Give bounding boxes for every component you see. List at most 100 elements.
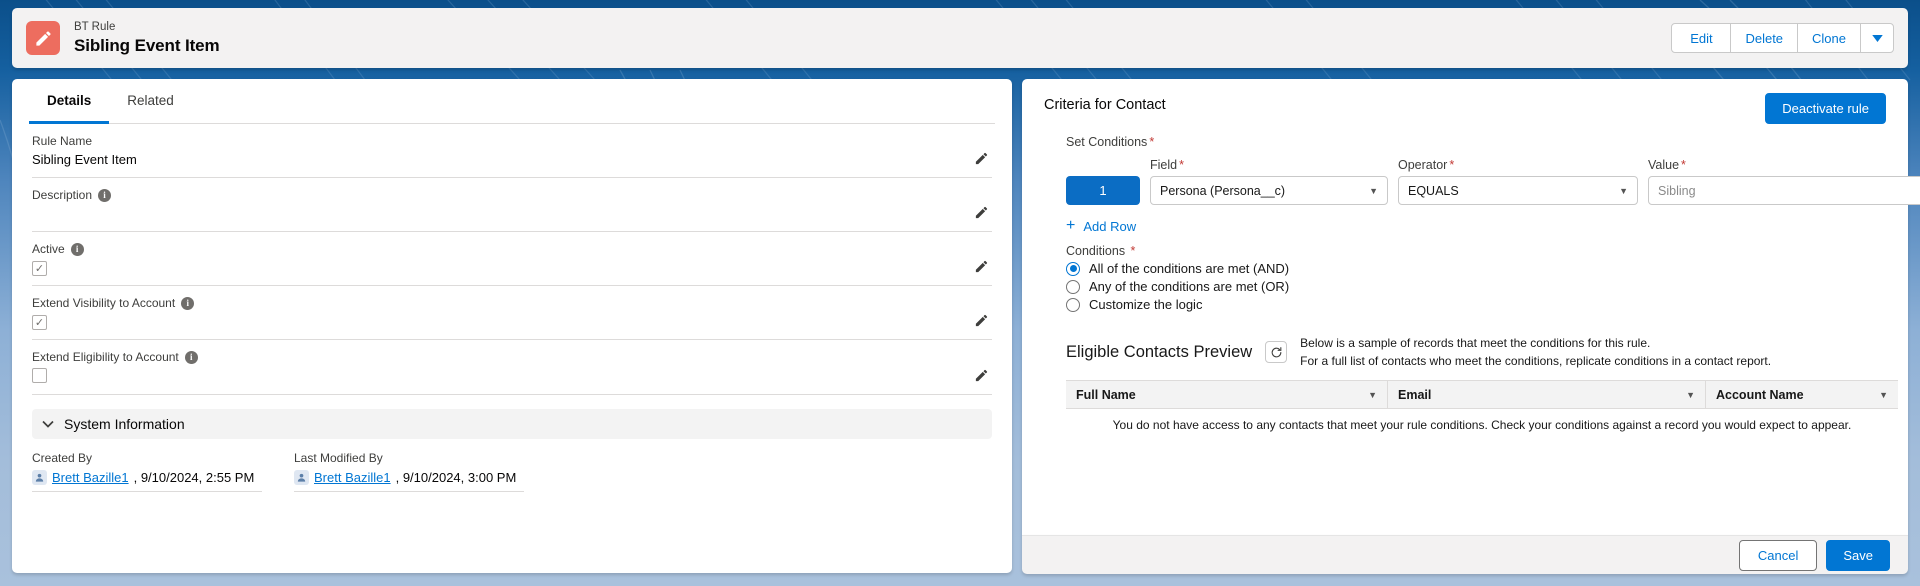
criteria-body: Set Conditions * 1 Field * Persona (Person… <box>1044 113 1920 441</box>
required-marker: * <box>1681 158 1686 172</box>
value-column-label: Value * <box>1648 158 1686 172</box>
set-conditions-label: Set Conditions * <box>1066 135 1155 149</box>
created-by-value: Brett Bazille1 , 9/10/2024, 2:55 PM <box>32 470 262 492</box>
details-card: Details Related Rule Name Sibling Event … <box>12 79 1012 573</box>
field-value-active: ✓ <box>32 260 992 277</box>
radio-button <box>1066 279 1080 294</box>
chevron-down-icon: ▼ <box>1369 185 1378 196</box>
cancel-button[interactable]: Cancel <box>1738 539 1818 571</box>
field-label: Active i <box>32 242 992 256</box>
info-icon[interactable]: i <box>184 350 198 364</box>
record-type-label: BT Rule <box>74 21 116 34</box>
eligible-contacts-table: Full Name ▼ Email ▼ Account Name ▼ You d… <box>1066 380 1898 441</box>
active-checkbox: ✓ <box>32 261 47 276</box>
preview-description: Below is a sample of records that meet t… <box>1300 334 1771 370</box>
record-title-block: BT Rule Sibling Event Item <box>74 20 220 56</box>
field-select-value: Persona (Persona__c) <box>1160 183 1286 198</box>
criteria-panel: Criteria for Contact Deactivate rule Set… <box>1022 79 1920 535</box>
pencil-record-icon <box>26 21 60 55</box>
chevron-down-icon: ▼ <box>1686 389 1695 400</box>
operator-select[interactable]: EQUALS ▼ <box>1398 176 1638 205</box>
criteria-panel-footer: Cancel Save <box>1022 535 1908 574</box>
field-label: Extend Visibility to Account i <box>32 296 992 310</box>
required-marker: * <box>1127 244 1136 258</box>
last-modified-by-block: Last Modified By Brett Bazille1 , 9/10/2… <box>294 451 524 492</box>
field-label: Extend Eligibility to Account i <box>32 350 992 364</box>
info-icon[interactable]: i <box>181 296 195 310</box>
column-header-email[interactable]: Email ▼ <box>1388 381 1706 408</box>
value-input[interactable]: Sibling ✕ <box>1648 176 1920 205</box>
field-active: Active i ✓ <box>32 232 992 286</box>
add-row-button[interactable]: + Add Row <box>1066 218 1136 234</box>
clone-button[interactable]: Clone <box>1797 23 1861 53</box>
extend-visibility-checkbox: ✓ <box>32 315 47 330</box>
field-value-description <box>32 206 992 223</box>
field-selector-group: Field * Persona (Persona__c) ▼ <box>1150 158 1388 205</box>
value-input-group: Value* Sibling ✕ <box>1648 158 1920 205</box>
conditions-label: Conditions * <box>1066 244 1136 258</box>
edit-rule-name-pencil-icon[interactable] <box>972 149 990 167</box>
plus-icon: + <box>1066 217 1076 234</box>
field-label: Description i <box>32 188 992 202</box>
more-actions-button[interactable] <box>1860 23 1894 53</box>
created-by-user-link[interactable]: Brett Bazille1 <box>52 470 129 485</box>
chevron-down-icon: ▼ <box>1619 185 1628 196</box>
edit-active-pencil-icon[interactable] <box>972 257 990 275</box>
condition-option-label: Any of the conditions are met (OR) <box>1089 279 1290 294</box>
edit-extend-visibility-pencil-icon[interactable] <box>972 311 990 329</box>
radio-button <box>1066 297 1080 312</box>
record-actions: Edit Delete Clone <box>1671 23 1894 53</box>
chevron-down-icon: ▼ <box>1879 389 1888 400</box>
created-by-timestamp: , 9/10/2024, 2:55 PM <box>133 470 255 485</box>
edit-extend-eligibility-pencil-icon[interactable] <box>972 366 990 384</box>
condition-option-all[interactable]: All of the conditions are met (AND) <box>1066 261 1289 276</box>
refresh-icon[interactable] <box>1265 341 1288 363</box>
chevron-down-icon <box>1871 34 1883 42</box>
field-value-extend-visibility: ✓ <box>32 314 992 331</box>
extend-eligibility-checkbox <box>32 368 47 383</box>
field-label: Rule Name <box>32 134 93 148</box>
delete-button[interactable]: Delete <box>1730 23 1799 53</box>
operator-selector-group: Operator * EQUALS ▼ <box>1398 158 1638 205</box>
required-marker: * <box>1149 135 1155 149</box>
column-header-account-name[interactable]: Account Name ▼ <box>1706 381 1898 408</box>
info-icon[interactable]: i <box>98 188 112 202</box>
condition-option-any[interactable]: Any of the conditions are met (OR) <box>1066 279 1289 294</box>
info-icon[interactable]: i <box>70 242 84 256</box>
tab-details[interactable]: Details <box>29 80 110 124</box>
add-row-label: Add Row <box>1083 218 1137 234</box>
created-by-block: Created By Brett Bazille1 , 9/10/2024, 2… <box>32 451 262 492</box>
operator-select-value: EQUALS <box>1408 183 1459 198</box>
operator-column-label: Operator * <box>1398 158 1455 172</box>
save-button[interactable]: Save <box>1826 539 1890 571</box>
last-modified-by-user-link[interactable]: Brett Bazille1 <box>314 470 391 485</box>
system-information-body: Created By Brett Bazille1 , 9/10/2024, 2… <box>32 451 992 492</box>
preview-title: Eligible Contacts Preview <box>1066 342 1253 361</box>
last-modified-by-timestamp: , 9/10/2024, 3:00 PM <box>395 470 517 485</box>
criteria-panel-title: Criteria for Contact <box>1044 97 1166 113</box>
avatar <box>32 470 47 485</box>
system-information-section-header[interactable]: System Information <box>32 409 992 439</box>
field-description: Description i <box>32 178 992 232</box>
tab-related[interactable]: Related <box>109 80 192 124</box>
condition-option-custom[interactable]: Customize the logic <box>1066 297 1202 312</box>
chevron-down-icon: ▼ <box>1368 389 1377 400</box>
created-by-label: Created By <box>32 451 93 465</box>
page-title: Sibling Event Item <box>74 35 220 55</box>
column-header-full-name[interactable]: Full Name ▼ <box>1066 381 1388 408</box>
deactivate-rule-button[interactable]: Deactivate rule <box>1765 93 1886 124</box>
field-rule-name: Rule Name Sibling Event Item <box>32 124 992 178</box>
edit-description-pencil-icon[interactable] <box>972 203 990 221</box>
section-title: System Information <box>64 416 185 432</box>
field-column-label: Field * <box>1150 158 1184 172</box>
field-value-rule-name: Sibling Event Item <box>32 152 137 167</box>
table-header-row: Full Name ▼ Email ▼ Account Name ▼ <box>1066 380 1898 409</box>
chevron-down-icon <box>42 420 54 428</box>
edit-button[interactable]: Edit <box>1671 23 1732 53</box>
required-marker: * <box>1449 158 1455 172</box>
field-extend-eligibility-to-account: Extend Eligibility to Account i <box>32 340 992 395</box>
value-input-text: Sibling <box>1658 183 1696 198</box>
condition-option-label: Customize the logic <box>1089 297 1203 312</box>
required-marker: * <box>1179 158 1184 172</box>
field-select[interactable]: Persona (Persona__c) ▼ <box>1150 176 1388 205</box>
